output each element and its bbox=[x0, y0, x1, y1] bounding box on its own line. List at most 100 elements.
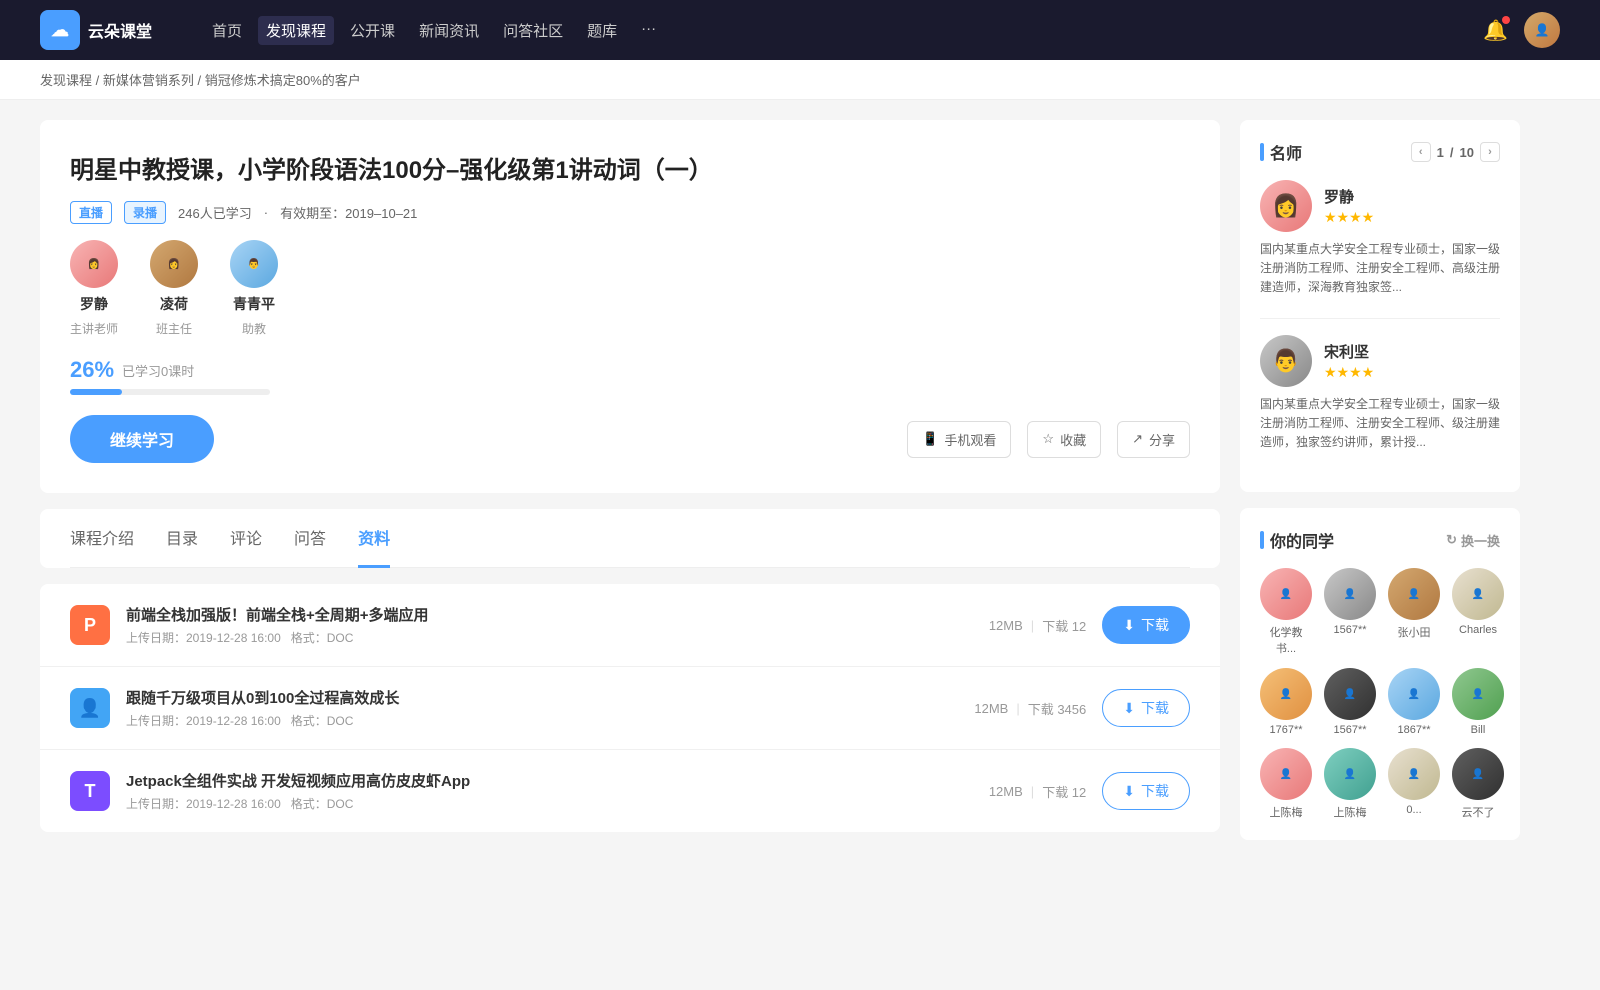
refresh-button[interactable]: ↻ 换一换 bbox=[1446, 531, 1500, 550]
sidebar-teacher-1: 👩 罗静 ★★★★ 国内某重点大学安全工程专业硕士，国家一级注册消防工程师、注册… bbox=[1260, 180, 1500, 298]
download-label-0: 下载 bbox=[1141, 615, 1169, 635]
tab-material[interactable]: 资料 bbox=[358, 509, 390, 568]
nav-item-新闻资讯[interactable]: 新闻资讯 bbox=[411, 16, 487, 45]
classmate-avatar-10: 👤 bbox=[1388, 748, 1440, 800]
resource-info-0: 前端全栈加强版！前端全栈+全周期+多端应用 上传日期：2019-12-28 16… bbox=[126, 604, 973, 646]
classmate-name-4: 1767** bbox=[1269, 724, 1302, 736]
download-label-1: 下载 bbox=[1141, 698, 1169, 718]
mobile-label: 手机观看 bbox=[944, 430, 996, 449]
tab-intro[interactable]: 课程介绍 bbox=[70, 509, 134, 568]
share-button[interactable]: ↗ 分享 bbox=[1117, 421, 1190, 458]
classmate-avatar-1: 👤 bbox=[1324, 568, 1376, 620]
classmate-item-11[interactable]: 👤 云不了 bbox=[1452, 748, 1504, 820]
pager-prev[interactable]: ‹ bbox=[1411, 142, 1431, 162]
classmate-item-10[interactable]: 👤 0... bbox=[1388, 748, 1440, 820]
classmate-avatar-3: 👤 bbox=[1452, 568, 1504, 620]
classmate-name-7: Bill bbox=[1471, 724, 1486, 736]
dot-separator: · bbox=[264, 205, 268, 220]
resource-name-2: Jetpack全组件实战 开发短视频应用高仿皮皮虾App bbox=[126, 770, 973, 791]
download-button-0[interactable]: ⬇ 下载 bbox=[1102, 606, 1190, 644]
classmates-grid: 👤 化学教书... 👤 1567** 👤 张小田 👤 Charles 👤 176… bbox=[1260, 568, 1500, 820]
breadcrumb-item-1[interactable]: 发现课程 bbox=[40, 73, 92, 88]
classmate-avatar-2: 👤 bbox=[1388, 568, 1440, 620]
sidebar-teacher-2-desc: 国内某重点大学安全工程专业硕士，国家一级注册消防工程师、注册安全工程师、级注册建… bbox=[1260, 395, 1500, 453]
sidebar-teacher-1-desc: 国内某重点大学安全工程专业硕士，国家一级注册消防工程师、注册安全工程师、高级注册… bbox=[1260, 240, 1500, 298]
classmate-avatar-0: 👤 bbox=[1260, 568, 1312, 620]
download-button-1[interactable]: ⬇ 下载 bbox=[1102, 689, 1190, 727]
classmate-item-8[interactable]: 👤 上陈梅 bbox=[1260, 748, 1312, 820]
avatar-image: 👤 bbox=[1524, 12, 1560, 48]
mobile-icon: 📱 bbox=[922, 431, 938, 447]
download-button-2[interactable]: ⬇ 下载 bbox=[1102, 772, 1190, 810]
tab-qa[interactable]: 问答 bbox=[294, 509, 326, 568]
favorite-button[interactable]: ☆ 收藏 bbox=[1027, 421, 1101, 458]
classmate-item-6[interactable]: 👤 1867** bbox=[1388, 668, 1440, 736]
resource-downloads-1: 下载 3456 bbox=[1028, 699, 1087, 718]
resource-icon-1: 👤 bbox=[70, 688, 110, 728]
teacher-divider bbox=[1260, 318, 1500, 319]
logo[interactable]: ☁ 云朵课堂 bbox=[40, 10, 152, 50]
expire-date: 有效期至：2019–10–21 bbox=[280, 203, 417, 222]
mobile-watch-button[interactable]: 📱 手机观看 bbox=[907, 421, 1011, 458]
download-icon-1: ⬇ bbox=[1123, 700, 1135, 717]
user-avatar[interactable]: 👤 bbox=[1524, 12, 1560, 48]
nav-item-公开课[interactable]: 公开课 bbox=[342, 16, 403, 45]
classmate-item-7[interactable]: 👤 Bill bbox=[1452, 668, 1504, 736]
classmate-item-0[interactable]: 👤 化学教书... bbox=[1260, 568, 1312, 656]
classmate-name-11: 云不了 bbox=[1462, 804, 1495, 820]
classmate-name-3: Charles bbox=[1459, 624, 1497, 636]
classmate-item-5[interactable]: 👤 1567** bbox=[1324, 668, 1376, 736]
classmate-name-6: 1867** bbox=[1397, 724, 1430, 736]
tabs: 课程介绍 目录 评论 问答 资料 bbox=[70, 509, 1190, 568]
sidebar-teacher-2-name: 宋利坚 bbox=[1324, 341, 1500, 362]
nav-item-题库[interactable]: 题库 bbox=[579, 16, 625, 45]
classmates-section-title: 你的同学 ↻ 换一换 bbox=[1260, 528, 1500, 552]
classmate-item-4[interactable]: 👤 1767** bbox=[1260, 668, 1312, 736]
resource-info-1: 跟随千万级项目从0到100全过程高效成长 上传日期：2019-12-28 16:… bbox=[126, 687, 958, 729]
tab-catalog[interactable]: 目录 bbox=[166, 509, 198, 568]
breadcrumb-item-3[interactable]: 销冠修炼术搞定80%的客户 bbox=[205, 73, 361, 88]
resource-size-1: 12MB bbox=[974, 701, 1008, 716]
download-icon-0: ⬇ bbox=[1123, 617, 1135, 634]
nav-item-首页[interactable]: 首页 bbox=[204, 16, 250, 45]
course-actions: 继续学习 📱 手机观看 ☆ 收藏 ↗ 分享 bbox=[70, 415, 1190, 463]
refresh-label: 换一换 bbox=[1461, 531, 1500, 550]
notification-bell[interactable]: 🔔 bbox=[1483, 18, 1508, 43]
breadcrumb: 发现课程 / 新媒体营销系列 / 销冠修炼术搞定80%的客户 bbox=[0, 60, 1600, 100]
teacher-1-avatar: 👩 bbox=[70, 240, 118, 288]
refresh-icon: ↻ bbox=[1446, 532, 1457, 548]
pager-total: 10 bbox=[1460, 145, 1474, 160]
logo-icon: ☁ bbox=[40, 10, 80, 50]
resource-stats-0: 12MB | 下载 12 bbox=[989, 616, 1086, 635]
resource-meta-2: 上传日期：2019-12-28 16:00 格式：DOC bbox=[126, 795, 973, 812]
continue-study-button[interactable]: 继续学习 bbox=[70, 415, 214, 463]
nav-item-···[interactable]: ··· bbox=[633, 16, 664, 45]
nav-items: 首页发现课程公开课新闻资讯问答社区题库 ··· bbox=[204, 16, 664, 45]
classmate-item-9[interactable]: 👤 上陈梅 bbox=[1324, 748, 1376, 820]
nav-item-发现课程[interactable]: 发现课程 bbox=[258, 16, 334, 45]
classmates-title-text: 你的同学 bbox=[1270, 528, 1334, 552]
classmate-name-5: 1567** bbox=[1333, 724, 1366, 736]
classmate-item-2[interactable]: 👤 张小田 bbox=[1388, 568, 1440, 656]
breadcrumb-item-2[interactable]: 新媒体营销系列 bbox=[103, 73, 194, 88]
progress-section: 26% 已学习0课时 bbox=[70, 357, 1190, 395]
classmate-name-1: 1567** bbox=[1333, 624, 1366, 636]
teacher-2-name: 凌荷 bbox=[160, 294, 188, 314]
tab-review[interactable]: 评论 bbox=[230, 509, 262, 568]
sidebar: 名师 ‹ 1 / 10 › 👩 罗静 ★★★★ bbox=[1240, 120, 1520, 856]
resource-item-0: P 前端全栈加强版！前端全栈+全周期+多端应用 上传日期：2019-12-28 … bbox=[40, 584, 1220, 667]
pager-current: 1 bbox=[1437, 145, 1444, 160]
classmate-item-3[interactable]: 👤 Charles bbox=[1452, 568, 1504, 656]
pager-next[interactable]: › bbox=[1480, 142, 1500, 162]
nav-bar: ☁ 云朵课堂 首页发现课程公开课新闻资讯问答社区题库 ··· 🔔 👤 bbox=[0, 0, 1600, 60]
resource-meta-0: 上传日期：2019-12-28 16:00 格式：DOC bbox=[126, 629, 973, 646]
share-icon: ↗ bbox=[1132, 431, 1143, 447]
nav-item-问答社区[interactable]: 问答社区 bbox=[495, 16, 571, 45]
resource-icon-0: P bbox=[70, 605, 110, 645]
classmate-name-10: 0... bbox=[1406, 804, 1421, 816]
classmate-item-1[interactable]: 👤 1567** bbox=[1324, 568, 1376, 656]
classmate-name-9: 上陈梅 bbox=[1334, 804, 1367, 820]
resource-stats-1: 12MB | 下载 3456 bbox=[974, 699, 1086, 718]
progress-label: 已学习0课时 bbox=[122, 361, 194, 380]
progress-info: 26% 已学习0课时 bbox=[70, 357, 1190, 383]
